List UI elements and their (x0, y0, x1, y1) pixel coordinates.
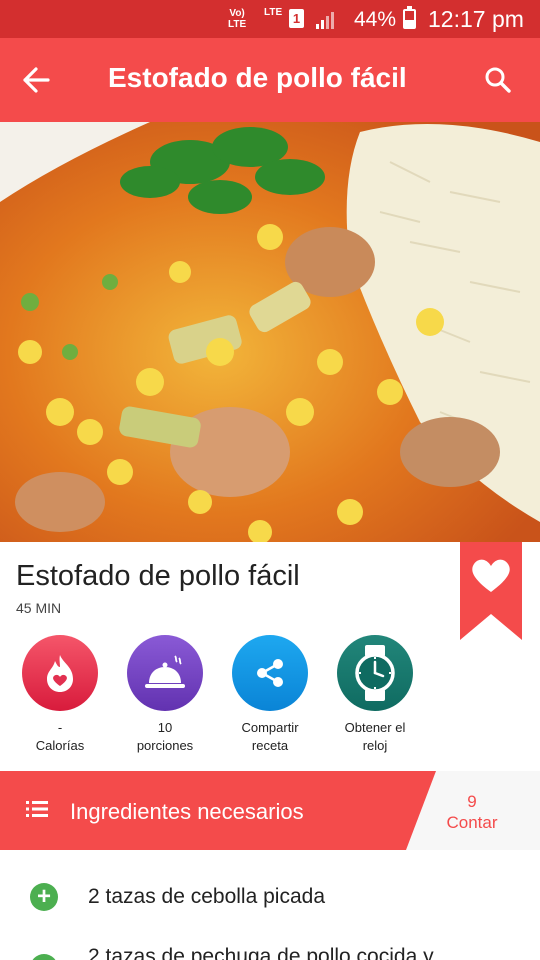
list-icon (26, 801, 48, 817)
status-bar: Vo) LTE LTE 1 44% 12:17 pm (0, 0, 540, 38)
calories-circle[interactable] (22, 635, 98, 711)
share-icon (257, 659, 283, 687)
watch-icon (355, 645, 395, 701)
list-item: + 2 tazas de cebolla picada (0, 866, 540, 926)
ingredient-text: 2 tazas de cebolla picada (88, 885, 325, 908)
search-icon (485, 67, 511, 93)
count-value: 9 (467, 792, 477, 811)
battery-percent: 44% (354, 8, 397, 31)
recipe-time: 45 MIN (16, 600, 62, 616)
servings-circle[interactable] (127, 635, 203, 711)
app-bar: Estofado de pollo fácil (0, 38, 540, 122)
battery-icon (403, 6, 416, 29)
count-label: Contar (446, 813, 498, 832)
share-action[interactable]: Compartir receta (215, 635, 325, 755)
sim-indicator: 1 (289, 9, 304, 28)
watch-action[interactable]: Obtener el reloj (320, 635, 430, 755)
watch-circle[interactable] (337, 635, 413, 711)
clock: 12:17 pm (428, 6, 524, 32)
share-label-line1: Compartir (241, 720, 299, 735)
page-title: Estofado de pollo fácil (108, 62, 407, 93)
signal-icon (316, 12, 334, 29)
recipe-title: Estofado de pollo fácil (16, 560, 300, 592)
add-ingredient-button[interactable]: + (30, 883, 58, 911)
calories-label: Calorías (35, 738, 85, 753)
search-button[interactable] (478, 60, 518, 100)
calories-value: - (57, 720, 63, 735)
back-button[interactable] (16, 62, 56, 98)
list-item: + 2 tazas de pechuga de pollo cocida y (0, 930, 540, 960)
ingredient-text: 2 tazas de pechuga de pollo cocida y (88, 945, 434, 960)
watch-label-line2: reloj (362, 738, 388, 753)
flame-heart-icon (47, 655, 73, 692)
servings-label: porciones (136, 738, 194, 753)
favorite-button[interactable] (460, 542, 522, 640)
calories-action[interactable]: - Calorías (5, 635, 115, 755)
share-circle[interactable] (232, 635, 308, 711)
recipe-image (0, 122, 540, 542)
ingredients-title: Ingredientes necesarios (70, 799, 304, 824)
servings-action[interactable]: 10 porciones (110, 635, 220, 755)
ingredients-header: Ingredientes necesarios 9 Contar (0, 771, 540, 850)
volte-indicator: Vo) LTE (228, 8, 247, 30)
ingredients-count[interactable]: 9 Contar (430, 791, 514, 833)
cloche-icon (145, 655, 185, 688)
share-label-line2: receta (251, 738, 289, 753)
watch-label-line1: Obtener el (344, 720, 406, 735)
lte-indicator: LTE (264, 7, 283, 18)
servings-value: 10 (157, 720, 173, 735)
add-ingredient-button[interactable]: + (30, 954, 58, 960)
arrow-back-icon (23, 67, 50, 93)
